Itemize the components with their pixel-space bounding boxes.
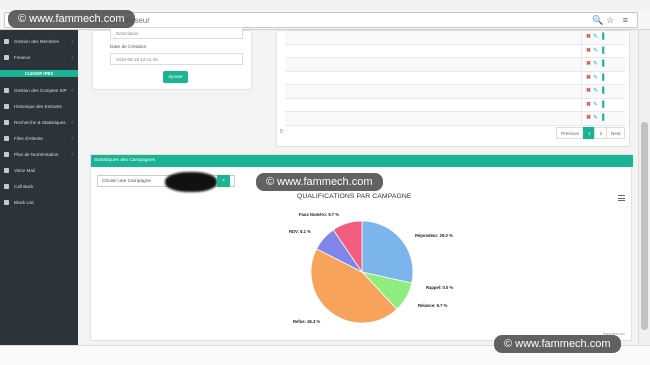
table-row: ✖ ✎ ▐ (285, 44, 625, 58)
stats-icon[interactable]: ▐ (600, 61, 604, 67)
row-actions: ✖ ✎ ▐ (581, 44, 633, 58)
sidebar-item-voicemail[interactable]: Voice Mail (0, 164, 78, 178)
sidebar-item-members[interactable]: Gestion des Membres ‹ (0, 35, 78, 49)
sidebar-item-label: Plan de Numérotation (14, 152, 59, 157)
chevron-left-icon: ‹ (71, 136, 73, 142)
table-row: ✖ ✎ ▐ (285, 31, 625, 45)
chevron-left-icon: ‹ (71, 55, 73, 61)
delete-icon[interactable]: ✖ (586, 34, 591, 40)
pie-slice-label: Faux Numéro: 9.7 % (299, 212, 339, 217)
row-actions: ✖ ✎ ▐ (581, 98, 633, 112)
sidebar-item-label: Historique des Entrants (14, 104, 62, 109)
sidebar-item-label: Black List (14, 200, 34, 205)
voicemail-icon (4, 168, 9, 173)
stats-icon[interactable]: ▐ (600, 102, 604, 108)
watermark: © www.fammech.com (8, 10, 135, 28)
pie-slice-label: Relance: 9.7 % (418, 303, 448, 308)
pager-next[interactable]: Next (606, 127, 626, 139)
delete-icon[interactable]: ✖ (586, 61, 591, 67)
supplier-form: Description Date de Création 2016-08-19 … (92, 27, 252, 90)
chart-icon (4, 120, 9, 125)
sidebar-item-label: Finance (14, 55, 31, 60)
chevron-left-icon: ‹ (71, 39, 73, 45)
sidebar-item-incoming-history[interactable]: Historique des Entrants (0, 100, 78, 114)
table-row: ✖ ✎ ▐ (285, 98, 625, 112)
edit-icon[interactable]: ✎ (593, 61, 598, 67)
date-field[interactable]: 2016-08-19 12:41:45 (110, 53, 243, 65)
table-row: ✖ ✎ ▐ (285, 58, 625, 72)
row-actions: ✖ ✎ ▐ (581, 31, 633, 45)
sip-icon (4, 88, 9, 93)
sidebar-item-queues[interactable]: Files d'Attente ‹ (0, 132, 78, 146)
sidebar-item-label: Recherche & Statistiques (14, 120, 66, 125)
edit-icon[interactable]: ✎ (593, 115, 598, 121)
edit-icon[interactable]: ✎ (593, 48, 598, 54)
edit-icon[interactable]: ✎ (593, 75, 598, 81)
row-actions: ✖ ✎ ▐ (581, 71, 633, 85)
stats-icon[interactable]: ▐ (600, 88, 604, 94)
sidebar-separator: CLEGER IPBX (0, 70, 78, 77)
delete-icon[interactable]: ✖ (586, 102, 591, 108)
delete-icon[interactable]: ✖ (586, 48, 591, 54)
scroll-thumb[interactable] (641, 122, 648, 330)
row-marker: B (280, 129, 284, 135)
finance-icon (4, 55, 9, 60)
sidebar-item-label: Files d'Attente (14, 136, 43, 141)
edit-icon[interactable]: ✎ (593, 34, 598, 40)
delete-icon[interactable]: ✖ (586, 88, 591, 94)
chevron-left-icon: ‹ (71, 152, 73, 158)
watermark: © www.fammech.com (256, 173, 383, 191)
sidebar-item-label: Call Back (14, 184, 34, 189)
stats-icon[interactable]: ▐ (600, 115, 604, 121)
sidebar-item-sip-accounts[interactable]: Gestion des Comptes SIP ‹ (0, 84, 78, 98)
row-actions: ✖ ✎ ▐ (581, 112, 633, 126)
sidebar: Gestion des Membres ‹ Finance ‹ CLEGER I… (0, 30, 78, 345)
browser-toolbar-icons[interactable]: 🔍☆ ≡ (592, 15, 631, 26)
date-label: Date de Création (110, 45, 147, 50)
supplier-table: ✖ ✎ ▐ ✖ ✎ ▐ ✖ ✎ ▐ ✖ ✎ ▐ ✖ ✎ ▐ ✖ ✎ ▐ ✖ ✎ ▐ B Previous 1 2 Nex… (276, 30, 630, 147)
pager-previous[interactable]: Previous (556, 127, 584, 139)
pagination: Previous 1 2 Next (556, 127, 626, 139)
add-button[interactable]: Ajouter (163, 71, 188, 83)
table-row: ✖ ✎ ▐ (285, 71, 625, 85)
edit-icon[interactable]: ✎ (593, 88, 598, 94)
edit-icon[interactable]: ✎ (593, 102, 598, 108)
sidebar-item-dialplan[interactable]: Plan de Numérotation ‹ (0, 148, 78, 162)
delete-icon[interactable]: ✖ (586, 115, 591, 121)
row-actions: ✖ ✎ ▐ (581, 58, 633, 72)
sidebar-item-callback[interactable]: Call Back (0, 180, 78, 194)
page-scrollbar[interactable] (638, 30, 650, 345)
watermark: © www.fammech.com (494, 335, 621, 353)
queue-icon (4, 136, 9, 141)
sidebar-item-label: Gestion des Comptes SIP (14, 88, 67, 93)
members-icon (4, 39, 9, 44)
callback-icon (4, 184, 9, 189)
sidebar-item-finance[interactable]: Finance ‹ (0, 51, 78, 65)
table-row: ✖ ✎ ▐ (285, 112, 625, 126)
stats-icon[interactable]: ▐ (600, 75, 604, 81)
pie-slice-label: Refus: 45.3 % (293, 319, 321, 324)
pie-slice-label: RDV: 8.1 % (289, 229, 311, 234)
sidebar-item-blacklist[interactable]: Black List (0, 196, 78, 210)
pie-slice-label: Répondeur: 29.0 % (415, 233, 453, 238)
phone-icon (4, 104, 9, 109)
pie-slice-label: Rappel: 0.0 % (426, 285, 454, 290)
sidebar-item-label: Gestion des Membres (14, 39, 59, 44)
stats-icon[interactable]: ▐ (600, 48, 604, 54)
stats-icon[interactable]: ▐ (600, 34, 604, 40)
sidebar-item-label: Voice Mail (14, 168, 35, 173)
row-actions: ✖ ✎ ▐ (581, 85, 633, 99)
chevron-left-icon: ‹ (71, 120, 73, 126)
sidebar-item-search-stats[interactable]: Recherche & Statistiques ‹ (0, 116, 78, 130)
description-field[interactable]: Description (110, 27, 243, 39)
table-row: ✖ ✎ ▐ (285, 85, 625, 99)
blacklist-icon (4, 200, 9, 205)
delete-icon[interactable]: ✖ (586, 75, 591, 81)
dialplan-icon (4, 152, 9, 157)
chevron-left-icon: ‹ (71, 88, 73, 94)
browser-top-strip (0, 0, 650, 10)
